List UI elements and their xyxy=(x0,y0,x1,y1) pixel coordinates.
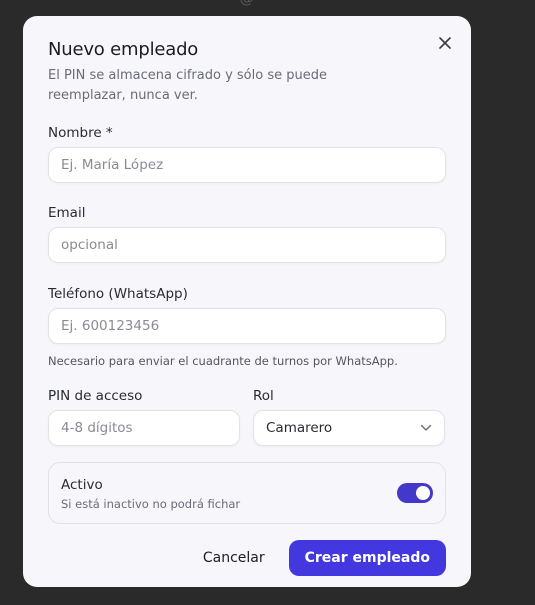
background-text: — · · · · · · · · @ · · · xyxy=(150,0,280,7)
backdrop: — · · · · · · · · @ · · · Nuevo empleado… xyxy=(0,0,535,605)
phone-input[interactable]: Ej. 600123456 xyxy=(48,308,446,344)
toggle-knob xyxy=(416,486,430,500)
chevron-down-icon xyxy=(420,424,432,431)
name-label: Nombre * xyxy=(48,125,113,141)
active-label: Activo xyxy=(61,476,103,493)
dialog-title: Nuevo empleado xyxy=(48,39,199,60)
active-description: Si está inactivo no podrá fichar xyxy=(61,496,241,511)
phone-hint: Necesario para enviar el cuadrante de tu… xyxy=(48,354,398,368)
role-select[interactable]: Camarero xyxy=(253,410,445,446)
dialog-subtitle: El PIN se almacena cifrado y sólo se pue… xyxy=(48,68,327,103)
create-employee-button[interactable]: Crear empleado xyxy=(288,540,446,576)
name-input[interactable]: Ej. María López xyxy=(48,147,446,183)
close-button[interactable] xyxy=(435,33,455,53)
pin-label: PIN de acceso xyxy=(48,388,143,404)
role-label: Rol xyxy=(253,388,274,404)
phone-label: Teléfono (WhatsApp) xyxy=(48,286,188,302)
active-toggle[interactable] xyxy=(397,483,433,503)
close-icon xyxy=(439,37,451,49)
email-label: Email xyxy=(48,205,86,221)
active-toggle-card: Activo Si está inactivo no podrá fichar xyxy=(48,462,446,524)
cancel-button[interactable]: Cancelar xyxy=(203,550,265,566)
new-employee-dialog: Nuevo empleado El PIN se almacena cifrad… xyxy=(23,16,471,587)
email-input[interactable]: opcional xyxy=(48,227,446,263)
pin-input[interactable]: 4-8 dígitos xyxy=(48,410,240,446)
role-value: Camarero xyxy=(266,420,333,436)
